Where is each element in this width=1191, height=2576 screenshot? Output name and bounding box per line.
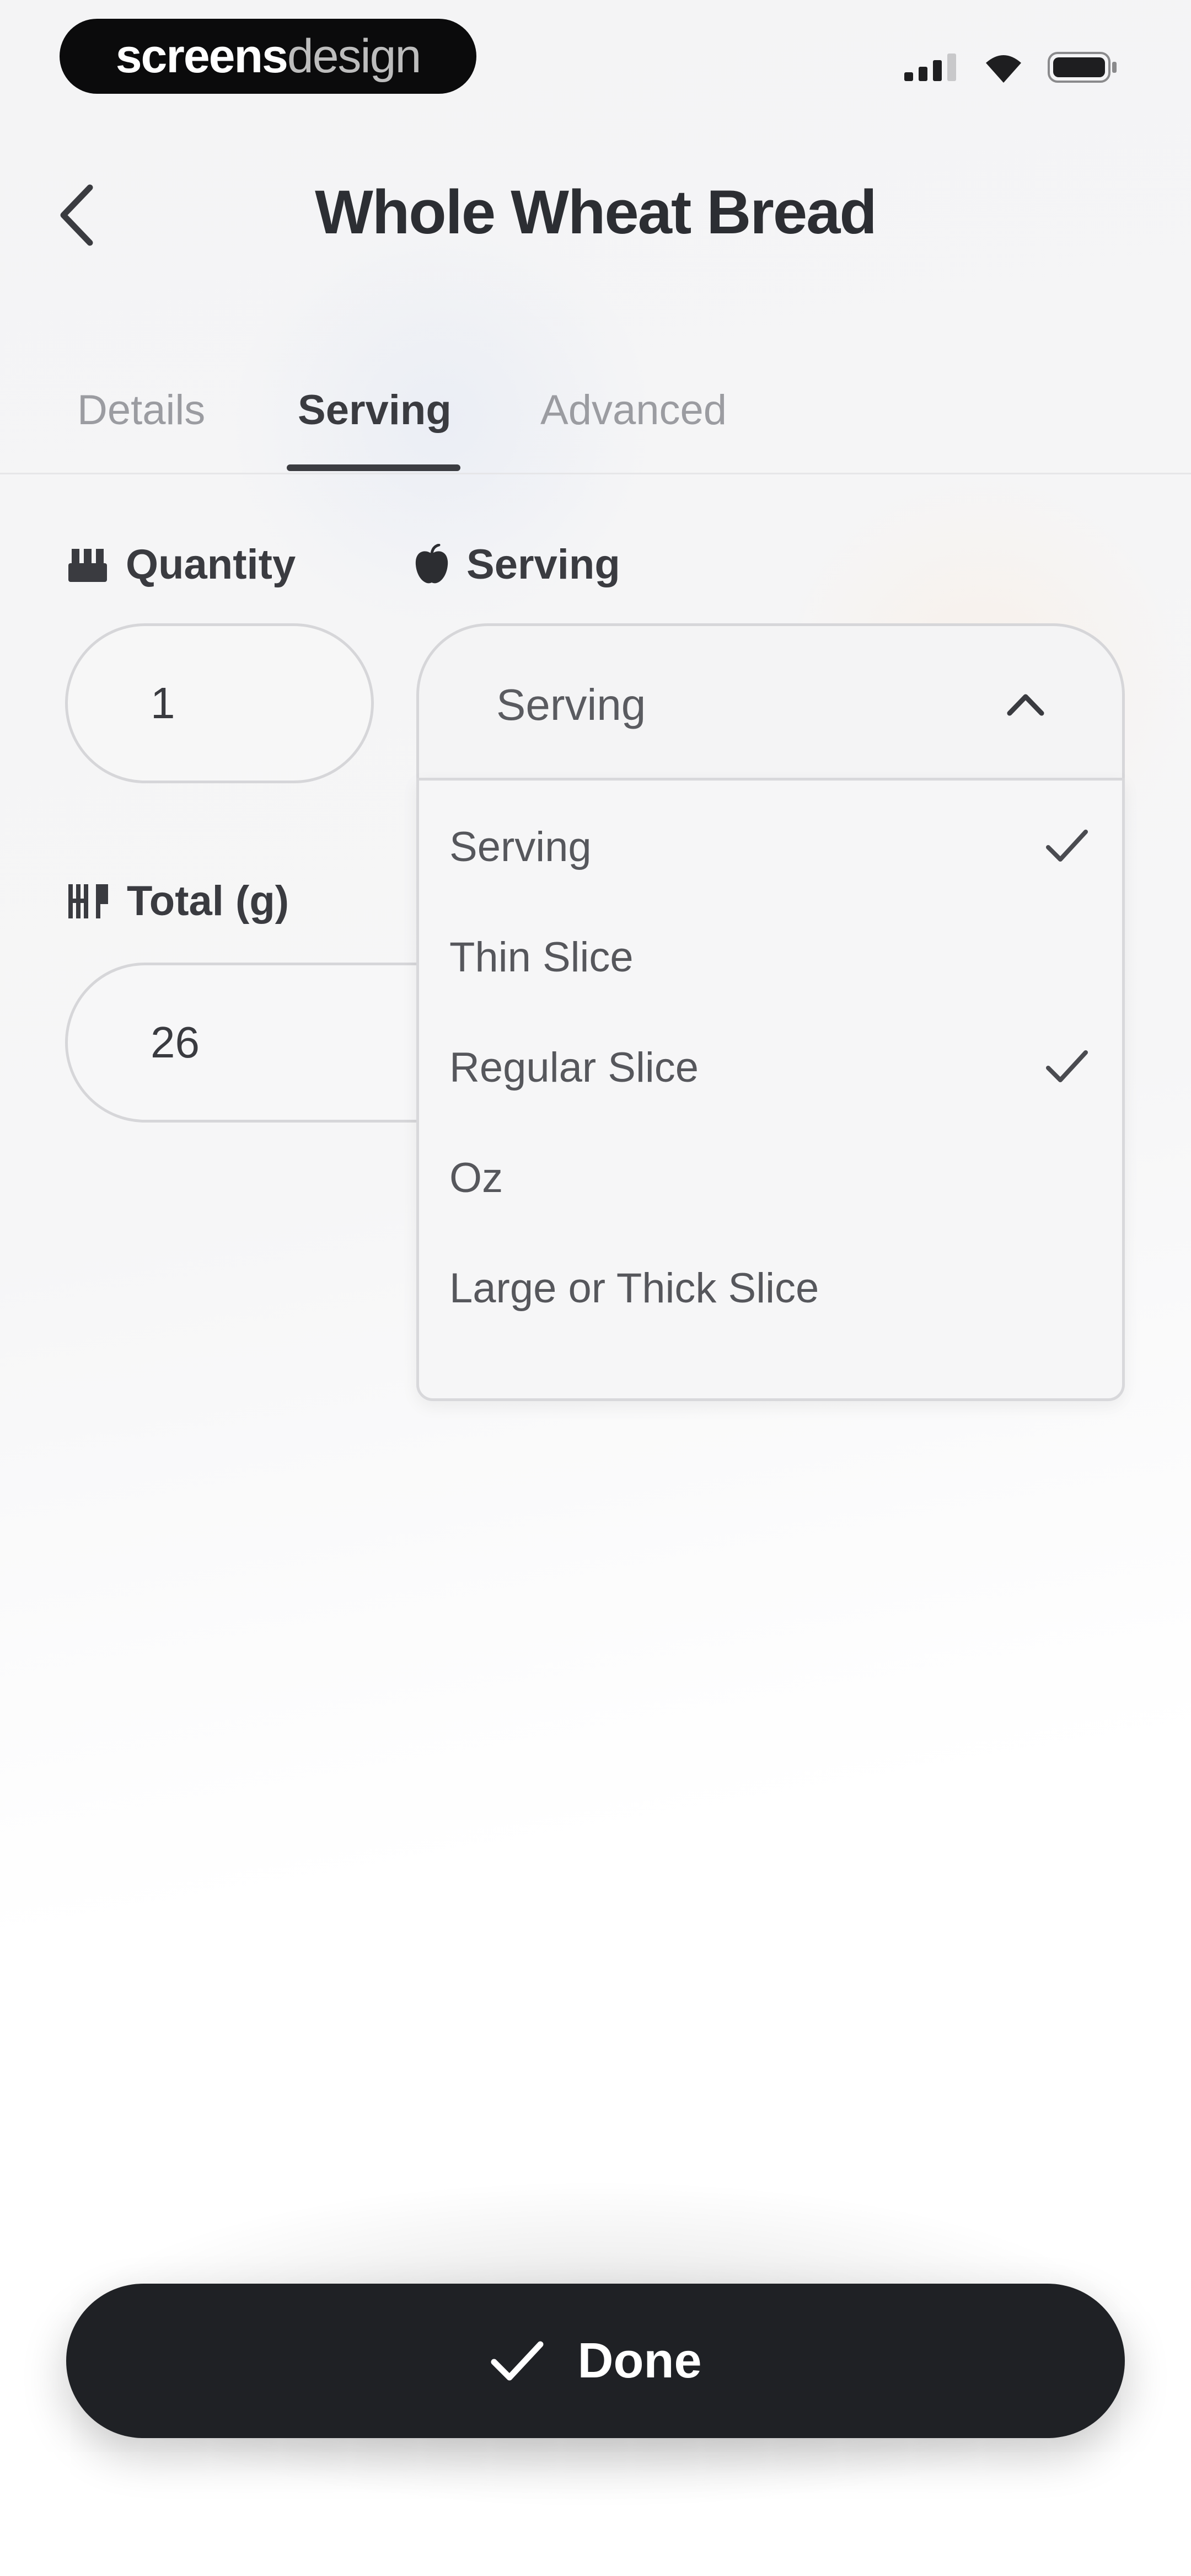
serving-option-large-or-thick-slice[interactable]: Large or Thick Slice [419,1233,1122,1343]
scale-icon [68,548,107,582]
utensils-icon [68,884,108,918]
serving-option-thin-slice[interactable]: Thin Slice [419,902,1122,1012]
option-label: Oz [449,1154,503,1201]
active-tab-indicator [287,464,460,471]
quantity-label: Quantity [66,541,296,589]
battery-icon [1048,52,1117,83]
tab-bar: Details Serving Advanced [0,386,1191,474]
option-label: Large or Thick Slice [449,1264,819,1312]
serving-option-serving[interactable]: Serving [419,792,1122,902]
quantity-input[interactable]: 1 [65,623,374,783]
serving-options-menu: Serving Thin Slice Regular Slice Oz Larg… [416,778,1125,1401]
serving-select[interactable]: Serving [416,623,1125,783]
serving-dropdown: Serving Serving Thin Slice Regular Slice [416,623,1125,1401]
check-icon [491,2341,543,2381]
wifi-icon [986,55,1021,83]
serving-label: Serving [414,541,620,589]
brand-logo: screens design [60,19,476,94]
signal-icon [904,54,956,81]
total-label: Total (g) [66,877,289,925]
status-icons [904,51,1119,84]
option-label: Regular Slice [449,1044,699,1091]
serving-option-oz[interactable]: Oz [419,1123,1122,1233]
total-label-text: Total (g) [127,878,289,924]
serving-selected-value: Serving [496,680,646,729]
apple-icon [415,543,448,583]
tab-advanced[interactable]: Advanced [540,386,727,469]
tab-serving[interactable]: Serving [298,386,452,469]
done-button[interactable]: Done [66,2284,1125,2438]
check-icon [1046,830,1088,862]
brand-text-screens: screens [115,29,288,83]
screen: screens design Whole Wheat Bread Details … [0,0,1191,2576]
brand-text-design: design [287,29,421,83]
chevron-up-icon [1007,694,1044,716]
page-title: Whole Wheat Bread [315,178,877,247]
option-label: Serving [449,823,592,870]
quantity-label-text: Quantity [126,541,296,588]
serving-option-regular-slice[interactable]: Regular Slice [419,1012,1122,1123]
quantity-value: 1 [151,678,175,728]
check-icon [1046,1050,1088,1082]
done-button-label: Done [577,2333,702,2388]
option-label: Thin Slice [449,933,634,981]
total-value: 26 [151,1018,200,1067]
tab-details[interactable]: Details [77,386,205,469]
serving-label-text: Serving [466,541,620,588]
